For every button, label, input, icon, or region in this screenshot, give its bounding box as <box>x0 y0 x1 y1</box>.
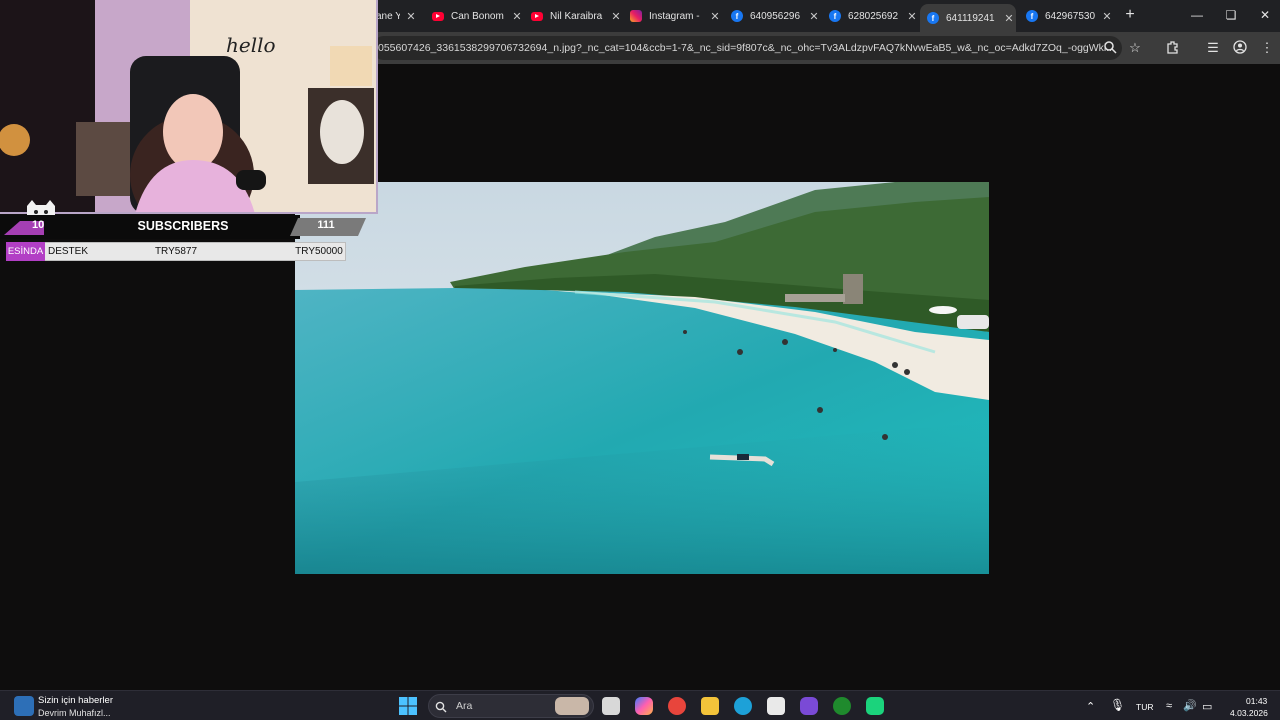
tab-close-icon[interactable]: ✕ <box>905 10 919 23</box>
donation-label: DESTEK <box>48 246 89 257</box>
subscriber-count: 10 <box>32 219 45 231</box>
wifi-icon[interactable]: ≈ <box>1166 700 1172 712</box>
browser-tab[interactable]: Nil Karaibra ✕ <box>531 4 623 28</box>
browser-tab[interactable]: Instagram - ✕ <box>630 4 722 28</box>
tab-close-icon[interactable]: ✕ <box>510 10 524 23</box>
tab-close-icon[interactable]: ✕ <box>708 10 722 23</box>
youtube-icon <box>531 11 543 21</box>
webcam-overlay: hello <box>0 0 378 214</box>
zoom-icon[interactable] <box>1102 40 1118 56</box>
tab-title: Can Bonom <box>451 10 504 22</box>
tab-close-icon[interactable]: ✕ <box>1100 10 1114 23</box>
chrome-icon[interactable] <box>668 697 686 715</box>
volume-icon[interactable]: 🔊 <box>1183 699 1197 712</box>
news-widget-title[interactable]: Sizin için haberler <box>38 695 113 706</box>
facebook-icon: f <box>1026 10 1038 22</box>
streaming-app-icon[interactable] <box>866 697 884 715</box>
xbox-icon[interactable] <box>833 697 851 715</box>
input-language[interactable]: TUR <box>1136 702 1153 712</box>
search-highlight-icon <box>555 697 589 715</box>
clock-time[interactable]: 01:43 <box>1246 696 1267 706</box>
tab-title: Instagram - <box>649 10 700 22</box>
profile-icon[interactable] <box>1232 40 1248 56</box>
bookmark-star-icon[interactable]: ☆ <box>1127 40 1143 56</box>
search-icon <box>435 700 447 713</box>
search-placeholder: Ara <box>456 700 473 712</box>
tab-title: Nil Karaibra <box>550 10 603 22</box>
tab-close-icon[interactable]: ✕ <box>609 10 623 23</box>
facebook-icon: f <box>731 10 743 22</box>
window-close-icon[interactable]: ✕ <box>1258 8 1272 22</box>
hello-text: hello <box>226 33 276 57</box>
tab-title: 628025692 <box>848 10 899 22</box>
minimize-icon[interactable]: — <box>1190 8 1204 22</box>
beach-photo[interactable] <box>295 182 989 574</box>
address-bar[interactable]: 055607426_3361538299706732694_n.jpg?_nc_… <box>372 36 1122 60</box>
browser-tab[interactable]: Can Bonom ✕ <box>432 4 524 28</box>
donation-current: TRY5877 <box>154 246 198 257</box>
browser-tab-active[interactable]: f 641119241 ✕ <box>920 4 1016 32</box>
tab-close-icon[interactable]: ✕ <box>404 10 418 23</box>
browser-tab[interactable]: f 628025692 ✕ <box>829 4 919 28</box>
youtube-icon <box>432 11 444 21</box>
tab-title: 642967530 <box>1045 10 1096 22</box>
tab-title: ane Y <box>376 10 400 22</box>
donation-goal: TRY50000 <box>295 246 343 257</box>
menu-kebab-icon[interactable]: ⋮ <box>1259 40 1275 56</box>
news-widget-subtitle[interactable]: Devrim Muhafızl... <box>38 708 111 718</box>
restore-icon[interactable]: ❏ <box>1224 8 1238 22</box>
windows-start-icon[interactable] <box>399 697 417 715</box>
microsoft-store-icon[interactable] <box>767 697 785 715</box>
tab-title: 640956296 <box>750 10 801 22</box>
subscribers-title: SUBSCRIBERS <box>137 219 229 233</box>
browser-tab[interactable]: f 642967530 ✕ <box>1026 4 1114 28</box>
media-controls-icon[interactable]: ☰ <box>1205 40 1221 56</box>
donation-tag: ESİNDA <box>6 242 45 261</box>
facebook-icon: f <box>829 10 841 22</box>
browser-tab[interactable]: ane Y ✕ <box>376 4 418 28</box>
tray-chevron-icon[interactable]: ⌃ <box>1086 700 1095 713</box>
edge-icon[interactable] <box>734 697 752 715</box>
file-explorer-icon[interactable] <box>701 697 719 715</box>
extensions-icon[interactable] <box>1165 40 1181 56</box>
facebook-icon: f <box>927 12 939 24</box>
tab-close-icon[interactable]: ✕ <box>1002 12 1016 25</box>
weather-news-icon[interactable] <box>14 696 34 716</box>
battery-icon[interactable]: ▭ <box>1202 700 1212 713</box>
task-view-icon[interactable] <box>602 697 620 715</box>
tab-close-icon[interactable]: ✕ <box>807 10 821 23</box>
copilot-icon[interactable] <box>635 697 653 715</box>
clock-date[interactable]: 4.03.2026 <box>1230 708 1268 718</box>
tab-title: 641119241 <box>946 12 995 24</box>
microphone-icon[interactable]: 🎙 <box>1110 698 1125 712</box>
app-icon[interactable] <box>800 697 818 715</box>
instagram-icon <box>630 10 642 22</box>
browser-tab[interactable]: f 640956296 ✕ <box>731 4 821 28</box>
subscriber-goal: 111 <box>317 219 335 231</box>
new-tab-icon[interactable]: + <box>1122 7 1138 23</box>
